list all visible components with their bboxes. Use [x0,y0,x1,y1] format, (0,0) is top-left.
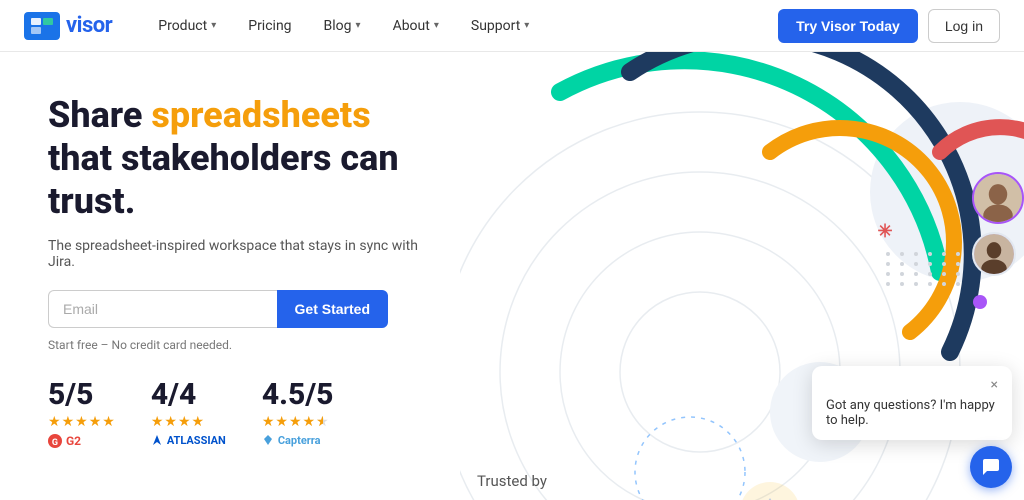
hero-subtext: The spreadsheet-inspired workspace that … [48,238,420,270]
rating-g2: 5/5 ★ ★ ★ ★ ★ G G2 [48,380,115,448]
g2-icon: G [48,434,62,448]
nav-item-pricing[interactable]: Pricing [234,12,305,40]
nav-item-blog[interactable]: Blog ▾ [310,12,375,40]
chat-close-button[interactable]: × [991,378,998,392]
capterra-icon [262,434,274,446]
avatar-group [972,172,1024,276]
navbar: visor Product ▾ Pricing Blog ▾ About ▾ S… [0,0,1024,52]
svg-text:✳: ✳ [877,221,892,242]
atlassian-stars: ★ ★ ★ ★ [151,414,204,430]
chevron-down-icon: ▾ [434,20,439,31]
g2-score: 5/5 [48,380,93,410]
hero-left: Share spreadsheets that stakeholders can… [0,52,460,500]
atlassian-score: 4/4 [151,380,196,410]
g2-stars: ★ ★ ★ ★ ★ [48,414,115,430]
logo-wordmark: visor [66,13,112,38]
capterra-score: 4.5/5 [262,380,334,410]
rating-atlassian: 4/4 ★ ★ ★ ★ ATLASSIAN [151,380,226,447]
chat-message: Got any questions? I'm happy to help. [826,398,998,428]
g2-brand: G G2 [48,434,81,448]
avatar-2 [972,232,1016,276]
logo-icon [24,12,60,40]
nav-item-about[interactable]: About ▾ [379,12,453,40]
hero-heading: Share spreadsheets that stakeholders can… [48,94,420,224]
nav-links: Product ▾ Pricing Blog ▾ About ▾ Support… [144,12,778,40]
dots-pattern [886,252,964,286]
capterra-stars: ★ ★ ★ ★ ★★ [262,414,330,430]
try-visor-button[interactable]: Try Visor Today [778,9,918,43]
chat-open-button[interactable] [970,446,1012,488]
trusted-by-text: Trusted by [477,472,547,490]
login-button[interactable]: Log in [928,9,1000,43]
svg-text:G: G [52,438,58,448]
get-started-button[interactable]: Get Started [277,290,388,328]
chat-header: × [826,378,998,392]
nav-actions: Try Visor Today Log in [778,9,1000,43]
ratings: 5/5 ★ ★ ★ ★ ★ G G2 4/4 ★ ★ [48,380,420,448]
avatar-1 [972,172,1024,224]
atlassian-icon [151,434,163,446]
email-form: Get Started [48,290,388,328]
start-free-text: Start free – No credit card needed. [48,338,420,352]
capterra-brand: Capterra [262,434,321,447]
atlassian-brand: ATLASSIAN [151,434,226,447]
logo[interactable]: visor [24,12,112,40]
chat-widget: × Got any questions? I'm happy to help. [812,366,1012,440]
nav-item-support[interactable]: Support ▾ [457,12,543,40]
nav-item-product[interactable]: Product ▾ [144,12,230,40]
main-content: Share spreadsheets that stakeholders can… [0,52,1024,500]
email-input[interactable] [48,290,277,328]
rating-capterra: 4.5/5 ★ ★ ★ ★ ★★ Capterra [262,380,334,447]
chevron-down-icon: ▾ [524,20,529,31]
chevron-down-icon: ▾ [211,20,216,31]
chevron-down-icon: ▾ [356,20,361,31]
